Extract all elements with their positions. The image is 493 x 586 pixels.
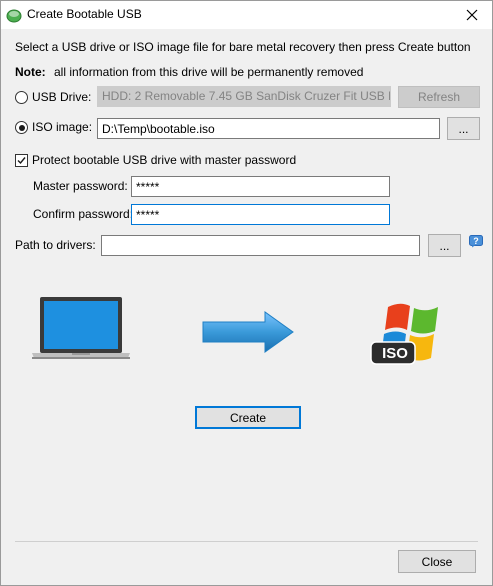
usb-drive-value: HDD: 2 Removable 7.45 GB SanDisk Cruzer … (102, 89, 391, 103)
master-password-label: Master password: (33, 179, 128, 193)
close-window-button[interactable] (452, 1, 492, 29)
usb-drive-label: USB Drive: (32, 90, 92, 104)
footer-divider (15, 541, 478, 542)
drivers-browse-button[interactable]: ... (428, 234, 461, 257)
usb-drive-radio[interactable] (15, 91, 28, 104)
protect-password-checkbox[interactable] (15, 154, 28, 167)
iso-browse-button[interactable]: ... (447, 117, 480, 140)
drivers-path-label: Path to drivers: (15, 238, 96, 252)
refresh-button[interactable]: Refresh (398, 86, 480, 108)
app-icon (6, 9, 22, 23)
laptop-illustration (32, 297, 130, 359)
checkmark-icon (17, 157, 26, 165)
close-button[interactable]: Close (398, 550, 476, 573)
confirm-password-input[interactable] (131, 204, 390, 225)
usb-drive-select[interactable]: HDD: 2 Removable 7.45 GB SanDisk Cruzer … (97, 86, 391, 107)
right-arrow-icon (202, 311, 294, 353)
note-text: all information from this drive will be … (54, 65, 364, 79)
svg-text:?: ? (473, 236, 479, 246)
create-button[interactable]: Create (195, 406, 301, 429)
master-password-input[interactable] (131, 176, 390, 197)
iso-image-radio[interactable] (15, 121, 28, 134)
iso-image-label: ISO image: (32, 120, 93, 134)
window-title: Create Bootable USB (27, 7, 142, 21)
protect-password-label: Protect bootable USB drive with master p… (32, 153, 297, 167)
help-icon[interactable]: ? (469, 235, 483, 248)
confirm-password-label: Confirm password: (33, 207, 134, 221)
iso-path-input[interactable] (97, 118, 440, 139)
title-bar: Create Bootable USB (1, 1, 492, 29)
note-label: Note: (15, 65, 46, 79)
drivers-path-input[interactable] (101, 235, 420, 256)
iso-badge-text: ISO (382, 345, 408, 362)
create-bootable-usb-dialog: Create Bootable USB Select a USB drive o… (0, 0, 493, 586)
close-icon (466, 9, 478, 21)
instruction-text: Select a USB drive or ISO image file for… (15, 40, 471, 54)
